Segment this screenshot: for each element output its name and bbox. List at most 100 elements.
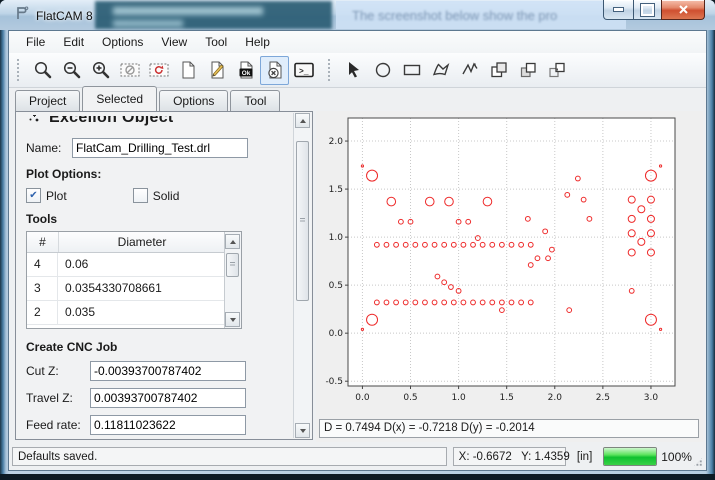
- tool-row[interactable]: 4 0.06: [27, 253, 225, 277]
- solid-checkbox-box[interactable]: [133, 188, 148, 203]
- tab-project[interactable]: Project: [15, 90, 80, 111]
- plot-canvas[interactable]: 0.00.51.01.52.02.53.0-0.50.00.51.01.52.0: [316, 111, 703, 416]
- copy-object-button[interactable]: [513, 56, 542, 85]
- tool-row[interactable]: 2 0.035: [27, 301, 225, 325]
- progress-bar: [603, 447, 658, 466]
- rectangle-tool-icon: [402, 60, 422, 80]
- tools-col-diameter[interactable]: Diameter: [59, 232, 225, 252]
- shell-icon: >_: [293, 60, 315, 80]
- move-object-button[interactable]: [542, 56, 571, 85]
- svg-text:1.5: 1.5: [329, 185, 343, 195]
- triangle-up-icon: [300, 119, 306, 123]
- copy-icon: [518, 60, 538, 80]
- delete-object-button[interactable]: [260, 56, 289, 85]
- move-icon: [547, 60, 567, 80]
- tool-row[interactable]: 3 0.0354330708661: [27, 277, 225, 301]
- union-icon: [489, 60, 509, 80]
- accept-ok-button[interactable]: Ok: [231, 56, 260, 85]
- zoom-in-button[interactable]: [86, 56, 115, 85]
- tab-selected[interactable]: Selected: [82, 86, 157, 111]
- minimize-button[interactable]: [603, 0, 634, 20]
- select-arrow-icon: [344, 60, 364, 80]
- screen: The screenshot below show the pro FlatCA…: [0, 0, 715, 480]
- background-webpage-header: [95, 1, 332, 29]
- menu-help[interactable]: Help: [236, 32, 279, 52]
- menu-view[interactable]: View: [152, 32, 196, 52]
- shell-button[interactable]: >_: [289, 56, 318, 85]
- content-area: Excellon Object Name: Plot Options: Plot: [9, 111, 706, 442]
- tool-diameter: 0.0354330708661: [58, 277, 225, 300]
- tools-table: # Diameter 4 0.06 3 0.0354330708661: [26, 231, 242, 329]
- close-icon: [678, 5, 689, 15]
- svg-text:1.0: 1.0: [451, 393, 466, 403]
- select-button[interactable]: [339, 56, 368, 85]
- replot-button[interactable]: [144, 56, 173, 85]
- tabbar: Project Selected Options Tool: [15, 87, 282, 111]
- close-button[interactable]: [661, 0, 705, 20]
- svg-text:0.5: 0.5: [403, 393, 417, 403]
- edit-object-button[interactable]: [202, 56, 231, 85]
- menu-edit[interactable]: Edit: [54, 32, 93, 52]
- toolbar: Ok >_: [9, 53, 706, 88]
- menu-tool[interactable]: Tool: [196, 32, 236, 52]
- tool-number: 4: [27, 253, 58, 276]
- tab-tool[interactable]: Tool: [230, 90, 280, 111]
- tools-table-scrollbar[interactable]: [224, 232, 241, 328]
- zoom-out-button[interactable]: [57, 56, 86, 85]
- plot-checkbox-box[interactable]: [26, 188, 41, 203]
- clear-plot-button[interactable]: [115, 56, 144, 85]
- travel-z-input[interactable]: [90, 388, 246, 408]
- menubar: File Edit Options View Tool Help: [9, 31, 706, 54]
- resize-grip-icon[interactable]: [693, 457, 703, 467]
- solid-checkbox[interactable]: Solid: [133, 188, 180, 203]
- edit-file-icon: [207, 60, 227, 80]
- polygon-tool-icon: [431, 60, 451, 80]
- cursor-coordinates: X: -0.6672 Y: 1.4359: [453, 447, 566, 466]
- maximize-button[interactable]: [634, 0, 661, 20]
- new-project-button[interactable]: [173, 56, 202, 85]
- scroll-down-button[interactable]: [225, 312, 240, 327]
- svg-text:1.0: 1.0: [329, 233, 344, 243]
- clear-plot-icon: [119, 60, 141, 80]
- client-area: File Edit Options View Tool Help: [8, 30, 707, 471]
- add-rectangle-button[interactable]: [397, 56, 426, 85]
- minimize-icon: [613, 7, 624, 12]
- tool-number: 3: [27, 277, 58, 300]
- feed-rate-input[interactable]: [90, 415, 246, 435]
- panel-scrollbar[interactable]: [293, 113, 311, 438]
- union-button[interactable]: [484, 56, 513, 85]
- svg-text:3.0: 3.0: [644, 393, 659, 403]
- toolbar-grip[interactable]: [17, 59, 24, 81]
- plot-checkbox[interactable]: Plot: [26, 188, 67, 203]
- add-polygon-button[interactable]: [426, 56, 455, 85]
- scroll-up-button[interactable]: [225, 234, 240, 249]
- scrollbar-thumb[interactable]: [226, 253, 239, 277]
- add-circle-button[interactable]: [368, 56, 397, 85]
- triangle-up-icon: [230, 240, 236, 244]
- tab-options[interactable]: Options: [159, 90, 228, 111]
- menu-options[interactable]: Options: [93, 32, 152, 52]
- scroll-up-button[interactable]: [295, 113, 310, 128]
- window-title: FlatCAM 8: [36, 9, 93, 23]
- menu-file[interactable]: File: [17, 32, 54, 52]
- zoom-fit-button[interactable]: [28, 56, 57, 85]
- svg-text:2.5: 2.5: [596, 393, 610, 403]
- svg-text:-0.5: -0.5: [325, 377, 343, 387]
- triangle-down-icon: [300, 429, 306, 433]
- svg-text:1.5: 1.5: [500, 393, 514, 403]
- add-path-button[interactable]: [455, 56, 484, 85]
- svg-text:>_: >_: [299, 68, 309, 77]
- tools-col-number[interactable]: #: [27, 232, 59, 252]
- toolbar-grip[interactable]: [328, 59, 335, 81]
- scrollbar-thumb[interactable]: [296, 141, 309, 301]
- object-name-input[interactable]: [72, 138, 248, 158]
- svg-text:0.0: 0.0: [329, 329, 344, 339]
- plot-panel: 0.00.51.01.52.02.53.0-0.50.00.51.01.52.0…: [316, 111, 703, 442]
- name-label: Name:: [26, 141, 72, 155]
- background-webpage-text: The screenshot below show the pro: [352, 8, 612, 23]
- svg-text:0.5: 0.5: [329, 281, 343, 291]
- maximize-icon: [641, 4, 654, 16]
- cut-z-input[interactable]: [90, 361, 246, 381]
- progress-fill: [604, 448, 657, 465]
- scroll-down-button[interactable]: [295, 423, 310, 438]
